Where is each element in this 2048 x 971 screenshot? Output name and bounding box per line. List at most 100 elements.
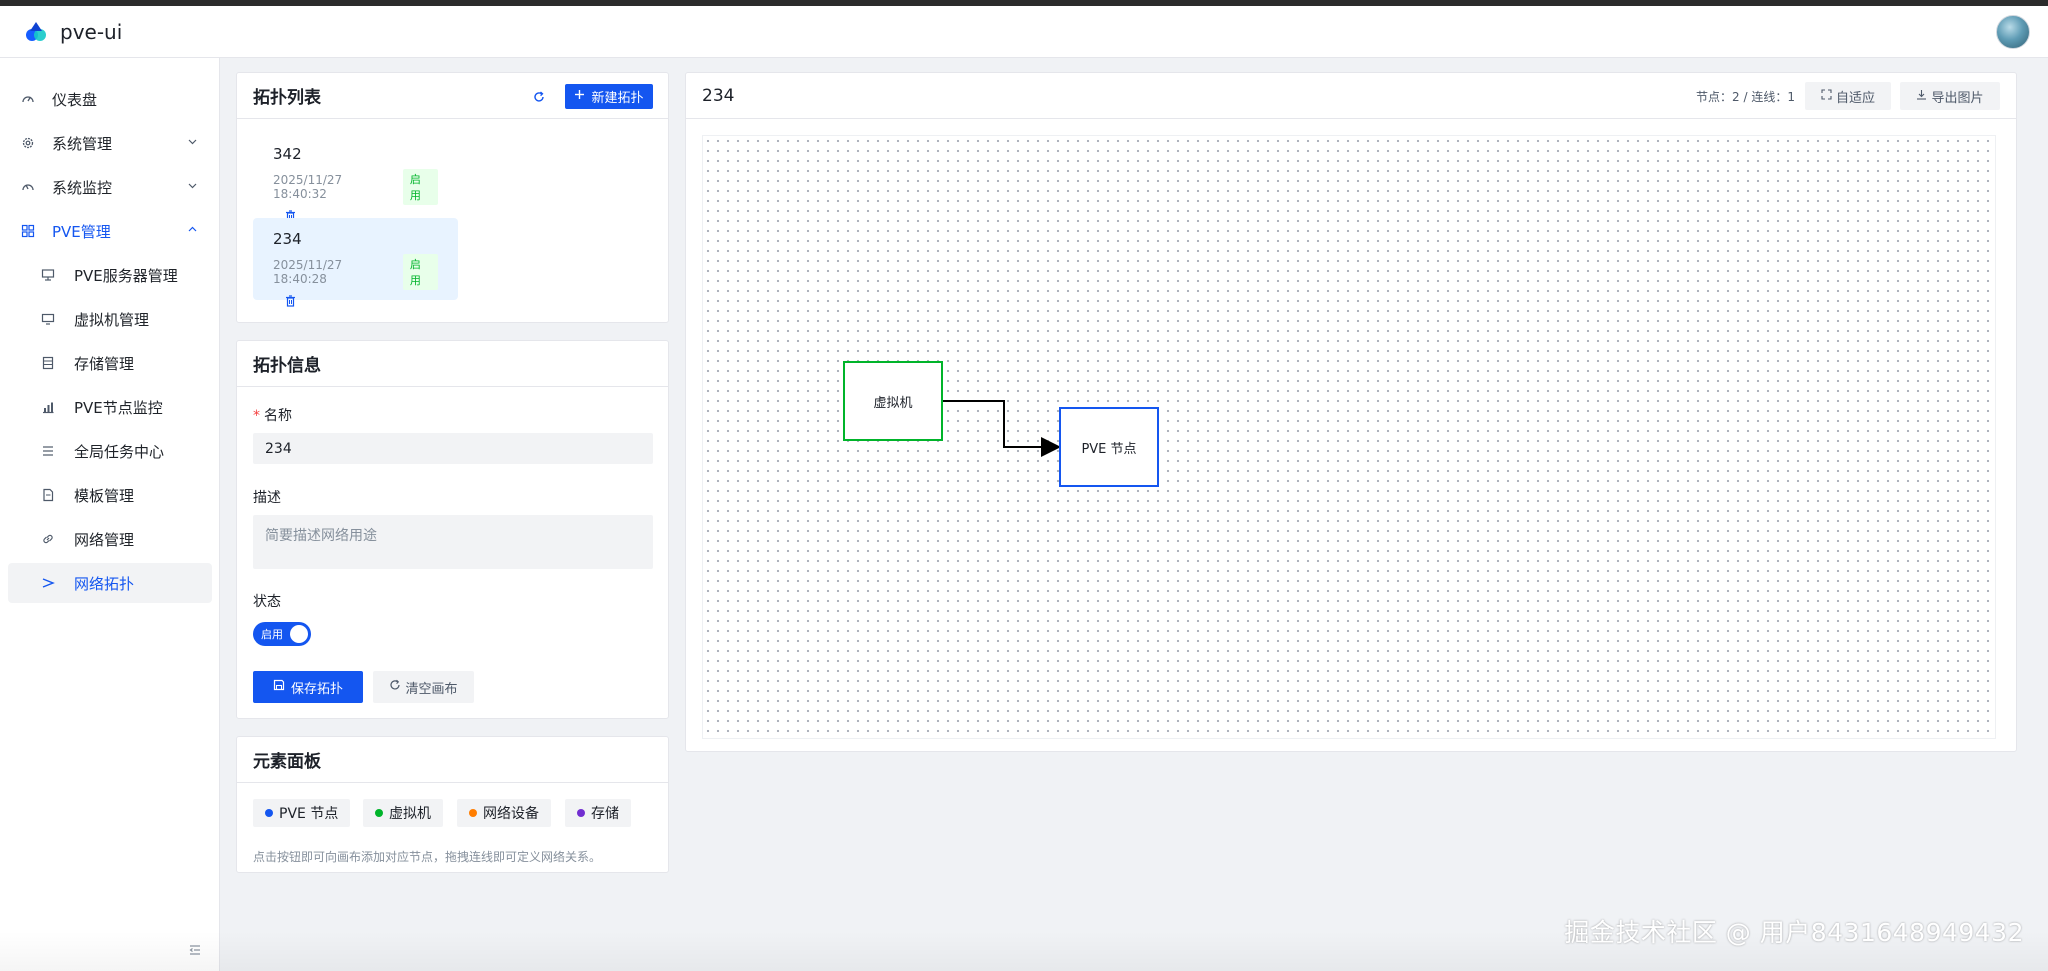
dashboard-icon bbox=[20, 91, 36, 107]
add-storage-button[interactable]: 存储 bbox=[565, 799, 631, 827]
plus-icon bbox=[574, 89, 585, 104]
save-topology-button[interactable]: 保存拓扑 bbox=[253, 671, 363, 703]
toggle-knob bbox=[290, 625, 308, 643]
sidebar-item-storage-management[interactable]: 存储管理 bbox=[8, 343, 212, 383]
fullscreen-icon bbox=[1821, 88, 1832, 104]
sidebar-item-label: PVE管理 bbox=[52, 222, 111, 241]
clear-canvas-label: 清空画布 bbox=[405, 681, 458, 697]
chevron-down-icon bbox=[187, 180, 198, 194]
server-icon bbox=[40, 267, 56, 283]
app-title: pve-ui bbox=[60, 19, 123, 44]
sidebar-item-global-tasks[interactable]: 全局任务中心 bbox=[8, 431, 212, 471]
element-panel-title: 元素面板 bbox=[253, 752, 321, 772]
gear-icon bbox=[20, 135, 36, 151]
link-icon bbox=[40, 531, 56, 547]
element-panel-header: 元素面板 bbox=[237, 737, 668, 783]
list-icon bbox=[40, 443, 56, 459]
canvas-title: 234 bbox=[702, 85, 735, 106]
blue-dot-icon bbox=[265, 809, 273, 817]
sidebar-item-pve-servers[interactable]: PVE服务器管理 bbox=[8, 255, 212, 295]
export-image-button[interactable]: 导出图片 bbox=[1900, 82, 2000, 110]
topology-list-item[interactable]: 342 2025/11/27 18:40:32 启用 bbox=[253, 133, 458, 222]
chevron-up-icon bbox=[187, 224, 198, 238]
grid-icon bbox=[20, 223, 36, 239]
app-header: pve-ui bbox=[0, 6, 2048, 58]
sidebar-item-label: PVE节点监控 bbox=[74, 398, 163, 417]
topology-info-card: 拓扑信息 * 名称 234 描述 简要描述网络用途 状态 启用 保存拓扑 清空画布 bbox=[236, 340, 669, 719]
sidebar-item-pve-node-monitoring[interactable]: PVE节点监控 bbox=[8, 387, 212, 427]
new-topology-label: 新建拓扑 bbox=[591, 91, 644, 106]
topology-name: 342 bbox=[273, 145, 302, 163]
fit-view-button[interactable]: 自适应 bbox=[1805, 82, 1891, 110]
purple-dot-icon bbox=[577, 809, 585, 817]
description-textarea[interactable]: 简要描述网络用途 bbox=[253, 515, 653, 569]
connection-edge[interactable] bbox=[943, 400, 1061, 457]
sidebar-item-label: 系统管理 bbox=[52, 134, 113, 153]
sidebar-item-label: 模板管理 bbox=[74, 486, 135, 505]
topology-date: 2025/11/27 18:40:28 bbox=[273, 258, 343, 286]
sidebar-item-template-management[interactable]: 模板管理 bbox=[8, 475, 212, 515]
sidebar-item-label: 仪表盘 bbox=[52, 90, 98, 109]
desktop-icon bbox=[40, 311, 56, 327]
toggle-label: 启用 bbox=[261, 628, 283, 641]
green-dot-icon bbox=[375, 809, 383, 817]
status-toggle[interactable]: 启用 bbox=[253, 622, 311, 646]
status-badge: 启用 bbox=[402, 169, 438, 205]
topology-name: 234 bbox=[273, 230, 302, 248]
canvas-header: 234 节点：2 / 连线：1 自适应 导出图片 bbox=[686, 73, 2016, 119]
sidebar-item-network-management[interactable]: 网络管理 bbox=[8, 519, 212, 559]
bar-chart-icon bbox=[40, 399, 56, 415]
add-pve-node-button[interactable]: PVE 节点 bbox=[253, 799, 351, 827]
add-network-device-button[interactable]: 网络设备 bbox=[457, 799, 551, 827]
file-icon bbox=[40, 487, 56, 503]
reset-icon bbox=[389, 679, 401, 695]
name-label: * 名称 bbox=[253, 408, 292, 424]
required-mark: * bbox=[253, 408, 260, 424]
sidebar-item-label: 网络拓扑 bbox=[74, 574, 135, 593]
sidebar-item-label: PVE服务器管理 bbox=[74, 266, 178, 285]
clear-canvas-button[interactable]: 清空画布 bbox=[373, 671, 474, 703]
user-avatar[interactable] bbox=[1996, 15, 2030, 49]
sidebar-item-vm-management[interactable]: 虚拟机管理 bbox=[8, 299, 212, 339]
topology-canvas[interactable]: 虚拟机 PVE 节点 bbox=[702, 135, 1996, 739]
sidebar-item-label: 虚拟机管理 bbox=[74, 310, 150, 329]
name-input[interactable]: 234 bbox=[253, 433, 653, 464]
vm-node[interactable]: 虚拟机 bbox=[843, 361, 943, 441]
monitor-icon bbox=[20, 179, 36, 195]
topology-icon bbox=[40, 575, 56, 591]
description-label: 描述 bbox=[253, 490, 281, 506]
save-icon bbox=[273, 679, 285, 695]
refresh-icon[interactable] bbox=[532, 89, 546, 103]
orange-dot-icon bbox=[469, 809, 477, 817]
new-topology-button[interactable]: 新建拓扑 bbox=[565, 84, 653, 109]
storage-icon bbox=[40, 355, 56, 371]
chevron-down-icon bbox=[187, 136, 198, 150]
pve-node[interactable]: PVE 节点 bbox=[1059, 407, 1159, 487]
save-topology-label: 保存拓扑 bbox=[290, 681, 343, 697]
sidebar-item-label: 系统监控 bbox=[52, 178, 113, 197]
add-vm-button[interactable]: 虚拟机 bbox=[363, 799, 443, 827]
topology-info-header: 拓扑信息 bbox=[237, 341, 668, 387]
sidebar: 仪表盘 系统管理 系统监控 PVE管理 PVE服务器管理 虚拟机管理 存储管理 … bbox=[0, 58, 220, 971]
topology-list-title: 拓扑列表 bbox=[253, 88, 321, 108]
status-badge: 启用 bbox=[402, 254, 438, 290]
topology-info-title: 拓扑信息 bbox=[253, 356, 321, 376]
sidebar-item-pve-management[interactable]: PVE管理 bbox=[8, 211, 212, 251]
topology-list-item-selected[interactable]: 234 2025/11/27 18:40:28 启用 bbox=[253, 218, 458, 307]
status-label: 状态 bbox=[253, 594, 281, 610]
element-panel-hint: 点击按钮即可向画布添加对应节点，拖拽连线即可定义网络关系。 bbox=[253, 850, 602, 864]
sidebar-item-label: 全局任务中心 bbox=[74, 442, 165, 461]
canvas-stats: 节点：2 / 连线：1 bbox=[1696, 90, 1795, 104]
watermark: 掘金技术社区 @ 用户8431648949432 bbox=[1564, 918, 2024, 947]
topology-list-card: 拓扑列表 新建拓扑 342 2025/11/27 18:40:32 启用 234… bbox=[236, 72, 669, 323]
download-icon bbox=[1916, 89, 1927, 104]
topology-list-header: 拓扑列表 新建拓扑 bbox=[237, 73, 668, 119]
topology-date: 2025/11/27 18:40:32 bbox=[273, 173, 343, 201]
delete-icon[interactable] bbox=[285, 295, 297, 308]
sidebar-item-system-management[interactable]: 系统管理 bbox=[8, 123, 212, 163]
sidebar-item-label: 存储管理 bbox=[74, 354, 135, 373]
sidebar-item-network-topology[interactable]: 网络拓扑 bbox=[8, 563, 212, 603]
sidebar-item-dashboard[interactable]: 仪表盘 bbox=[8, 79, 212, 119]
element-panel-card: 元素面板 PVE 节点 虚拟机 网络设备 存储 点击按钮即可向画布添加对应节点，… bbox=[236, 736, 669, 873]
sidebar-item-system-monitoring[interactable]: 系统监控 bbox=[8, 167, 212, 207]
